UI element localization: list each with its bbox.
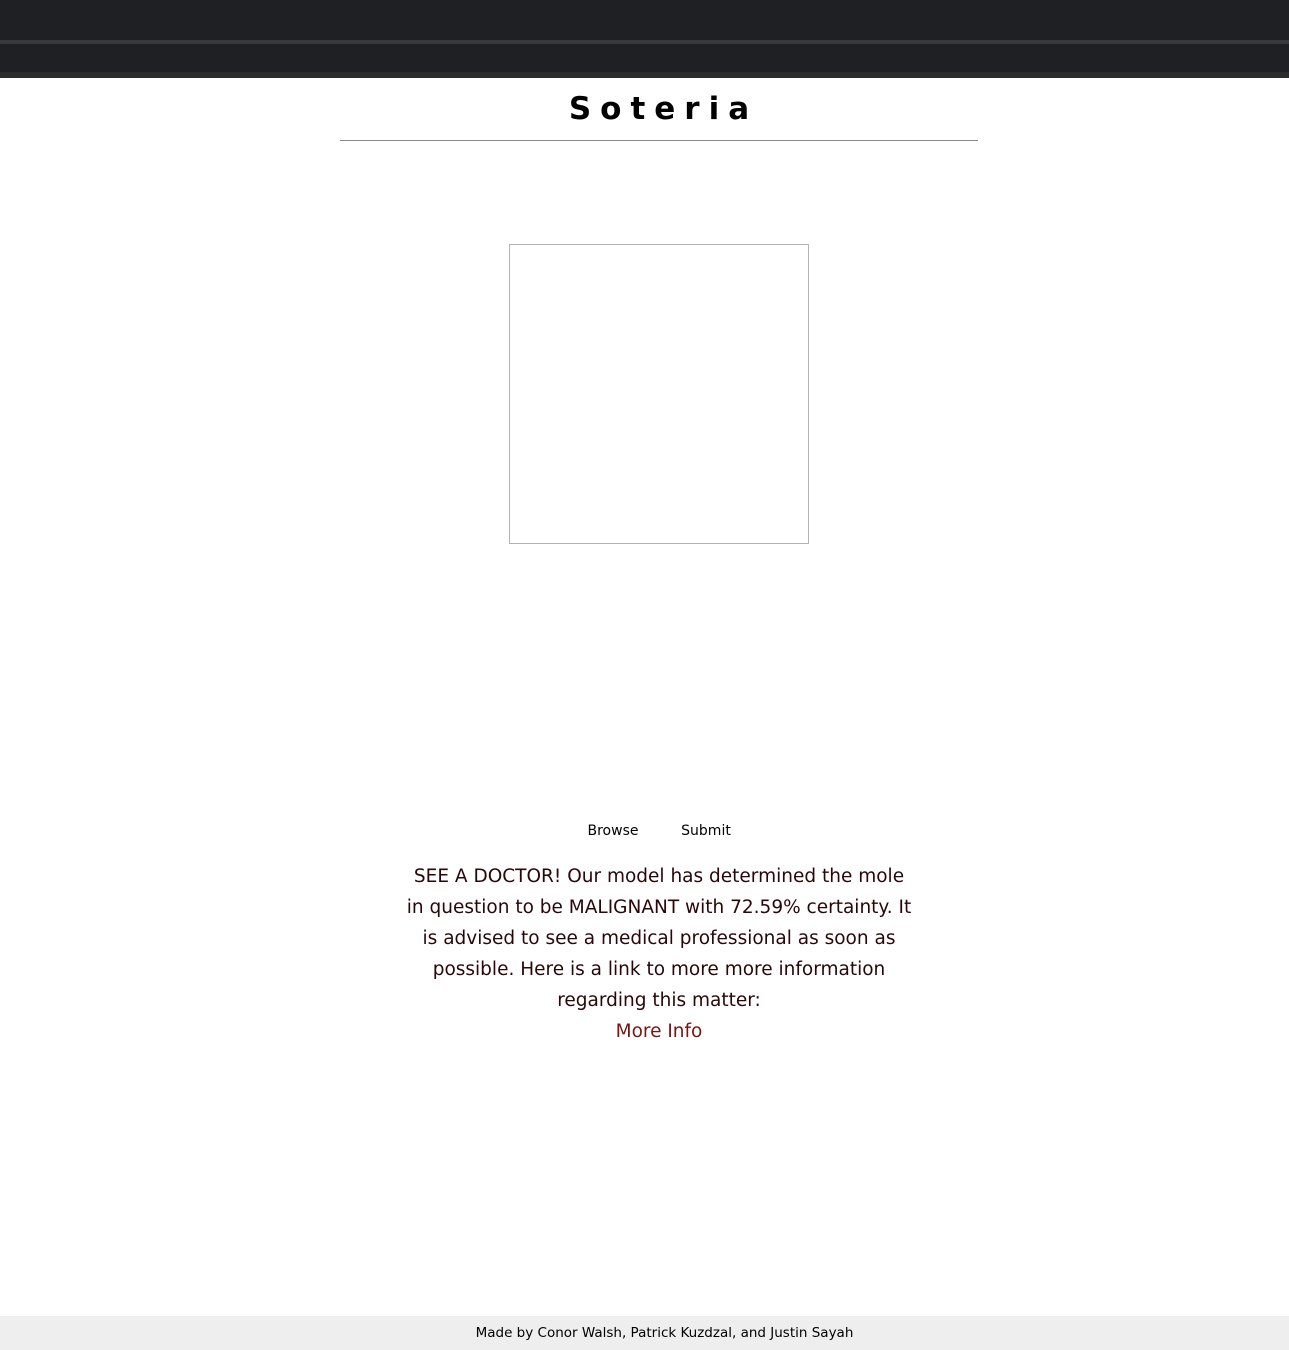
chrome-divider (0, 40, 1289, 44)
page-title: Soteria (568, 91, 759, 127)
more-info-link[interactable]: More Info (404, 1016, 914, 1047)
browser-chrome (0, 0, 1289, 78)
image-preview (509, 244, 809, 544)
page-header: Soteria (340, 78, 978, 141)
footer-credits: Made by Conor Walsh, Patrick Kuzdzal, an… (475, 1325, 854, 1341)
browse-button[interactable]: Browse (584, 820, 642, 842)
footer: Made by Conor Walsh, Patrick Kuzdzal, an… (0, 1316, 1289, 1350)
submit-button[interactable]: Submit (678, 820, 734, 842)
result-message: SEE A DOCTOR! Our model has determined t… (406, 866, 912, 1011)
